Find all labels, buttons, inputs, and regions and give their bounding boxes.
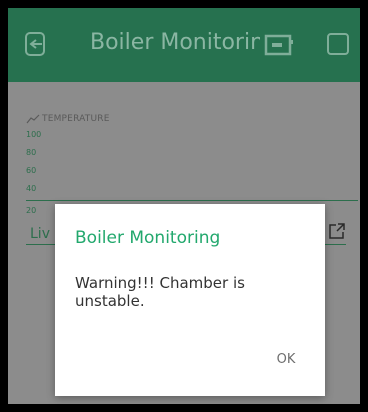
device-icon[interactable] bbox=[264, 34, 294, 56]
y-tick-60: 60 bbox=[26, 166, 37, 175]
y-tick-80: 80 bbox=[26, 148, 37, 157]
y-tick-100: 100 bbox=[26, 130, 42, 139]
app-title: Boiler Monitorin bbox=[90, 30, 260, 55]
dialog-title: Boiler Monitoring bbox=[75, 228, 221, 248]
alert-dialog: Boiler Monitoring Warning!!! Chamber is … bbox=[55, 204, 325, 396]
y-tick-20: 20 bbox=[26, 206, 37, 215]
expand-icon[interactable] bbox=[328, 222, 346, 240]
dialog-message: Warning!!! Chamber is unstable. bbox=[75, 274, 245, 310]
square-icon[interactable] bbox=[326, 32, 350, 56]
exit-icon[interactable] bbox=[22, 30, 50, 58]
chart-title: TEMPERATURE bbox=[42, 114, 110, 124]
app-screen: Boiler Monitorin TEMPERATURE 100 80 60 4… bbox=[8, 8, 360, 404]
chart-baseline bbox=[26, 200, 358, 201]
app-bar: Boiler Monitorin bbox=[8, 8, 360, 82]
live-mode-tab[interactable]: Liv bbox=[30, 226, 50, 242]
ok-button[interactable]: OK bbox=[261, 346, 311, 374]
chart-line-icon bbox=[26, 114, 40, 124]
y-tick-40: 40 bbox=[26, 184, 37, 193]
